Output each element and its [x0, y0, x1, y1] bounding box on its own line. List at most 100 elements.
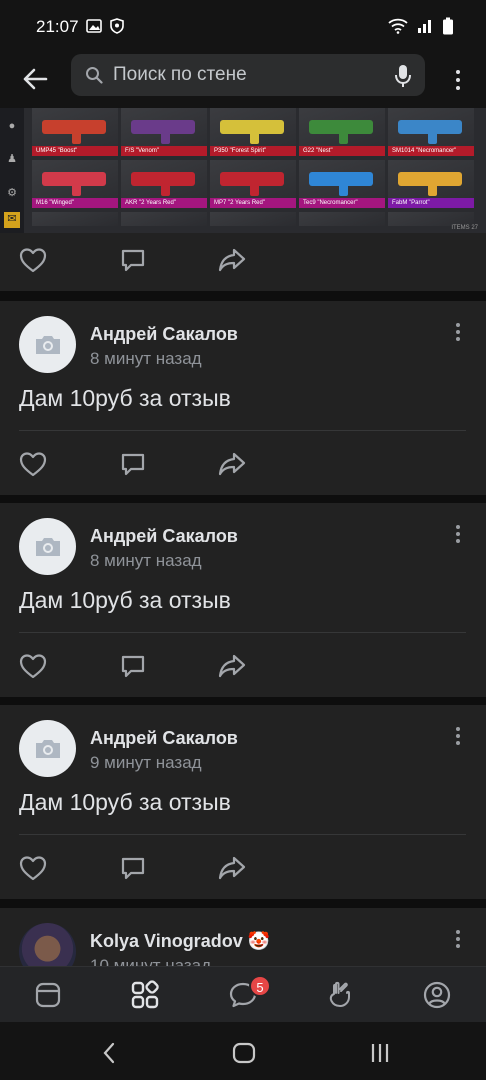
- weapon-icon: [398, 120, 462, 144]
- post-author[interactable]: Kolya Vinogradov 🤡: [90, 931, 270, 952]
- divider: [19, 430, 466, 431]
- signal-icon: [416, 18, 434, 39]
- skin-label: G22 "Nest": [299, 146, 385, 156]
- skin-tile: [121, 212, 207, 226]
- post-actions: [0, 639, 486, 695]
- skin-label: Tec9 "Necromancer": [299, 198, 385, 208]
- search-bar[interactable]: [71, 54, 425, 96]
- tab-services[interactable]: [129, 979, 161, 1011]
- weapon-icon: [398, 172, 462, 196]
- post-more-button[interactable]: [448, 926, 468, 952]
- tab-profile[interactable]: [421, 979, 453, 1011]
- avatar[interactable]: [19, 923, 76, 966]
- back-button[interactable]: [18, 62, 52, 96]
- skin-tile: FabM "Parrot": [388, 160, 474, 208]
- wall-feed[interactable]: ● ♟ ⚙ ✉ UMP45 "Boost" F/S "Venom" P350 "Fo…: [0, 108, 486, 966]
- divider: [19, 834, 466, 835]
- status-bar: 21:07: [0, 0, 486, 52]
- post-text: Дам 10руб за отзыв: [19, 789, 231, 815]
- post-card: Kolya Vinogradov 🤡 10 минут назад: [0, 908, 486, 966]
- comment-button[interactable]: [118, 245, 148, 275]
- more-dot-icon: [456, 78, 460, 82]
- share-button[interactable]: [217, 853, 247, 883]
- avatar[interactable]: [19, 316, 76, 373]
- skin-label: P350 "Forest Spirit": [210, 146, 296, 156]
- comment-button[interactable]: [118, 651, 148, 681]
- more-dot-icon: [456, 330, 460, 334]
- camera-icon: [35, 335, 60, 354]
- post-card: Андрей Сакалов 8 минут назад Дам 10руб з…: [0, 503, 486, 697]
- microphone-icon[interactable]: [393, 63, 413, 94]
- like-button[interactable]: [18, 245, 48, 275]
- search-icon: [85, 66, 103, 89]
- chevron-left-icon: [103, 1042, 115, 1064]
- like-button[interactable]: [18, 449, 48, 479]
- like-button[interactable]: [18, 651, 48, 681]
- weapon-icon: [131, 172, 195, 196]
- battery-icon: [442, 17, 454, 40]
- post-actions: [0, 233, 486, 289]
- tab-bar: 5: [0, 966, 486, 1022]
- post-author[interactable]: Андрей Сакалов: [90, 728, 238, 749]
- weapon-icon: [309, 172, 373, 196]
- post-image[interactable]: ● ♟ ⚙ ✉ UMP45 "Boost" F/S "Venom" P350 "Fo…: [0, 108, 486, 233]
- gallery-icon: [86, 19, 102, 38]
- more-dot-icon: [456, 539, 460, 543]
- comment-icon: [121, 857, 145, 880]
- more-dot-icon: [456, 525, 460, 529]
- top-bar: [0, 52, 486, 108]
- heart-icon: [19, 654, 47, 679]
- skin-label: AKR "2 Years Red": [121, 198, 207, 208]
- more-dot-icon: [456, 741, 460, 745]
- post-more-button[interactable]: [448, 723, 468, 749]
- post-more-button[interactable]: [448, 521, 468, 547]
- nav-recents-button[interactable]: [365, 1038, 395, 1068]
- skin-label: F/S "Venom": [121, 146, 207, 156]
- skin-label: SM1014 "Necromancer": [388, 146, 474, 156]
- comment-icon: [121, 655, 145, 678]
- share-icon: [218, 248, 246, 272]
- skin-tile: MP7 "2 Years Red": [210, 160, 296, 208]
- avatar[interactable]: [19, 518, 76, 575]
- search-input[interactable]: [113, 54, 383, 96]
- more-menu-button[interactable]: [448, 64, 468, 96]
- comment-button[interactable]: [118, 853, 148, 883]
- post-time: 8 минут назад: [90, 551, 202, 570]
- more-dot-icon: [456, 532, 460, 536]
- mail-icon: ✉: [4, 212, 20, 228]
- group-icon: ♟: [7, 153, 17, 165]
- post-more-button[interactable]: [448, 319, 468, 345]
- share-button[interactable]: [217, 245, 247, 275]
- like-button[interactable]: [18, 853, 48, 883]
- share-button[interactable]: [217, 651, 247, 681]
- tab-clips[interactable]: [324, 979, 356, 1011]
- more-dot-icon: [456, 734, 460, 738]
- post-actions: [0, 437, 486, 493]
- heart-icon: [19, 856, 47, 881]
- home-icon: [232, 1042, 256, 1064]
- divider: [19, 632, 466, 633]
- skin-tile: UMP45 "Boost": [32, 108, 118, 156]
- post-card: ● ♟ ⚙ ✉ UMP45 "Boost" F/S "Venom" P350 "Fo…: [0, 108, 486, 291]
- shield-icon: [110, 18, 124, 39]
- post-author[interactable]: Андрей Сакалов: [90, 526, 238, 547]
- weapon-icon: [42, 172, 106, 196]
- nav-home-button[interactable]: [229, 1038, 259, 1068]
- comment-button[interactable]: [118, 449, 148, 479]
- skin-tile: [388, 212, 474, 226]
- avatar[interactable]: [19, 720, 76, 777]
- post-card: Андрей Сакалов 8 минут назад Дам 10руб з…: [0, 301, 486, 495]
- heart-icon: [19, 248, 47, 273]
- weapon-icon: [309, 120, 373, 144]
- tab-news[interactable]: [32, 979, 64, 1011]
- status-time: 21:07: [36, 17, 79, 36]
- wifi-icon: [388, 18, 408, 39]
- skin-tile: Tec9 "Necromancer": [299, 160, 385, 208]
- share-button[interactable]: [217, 449, 247, 479]
- nav-back-button[interactable]: [94, 1038, 124, 1068]
- inventory-sidebar: ● ♟ ⚙ ✉: [0, 108, 24, 233]
- skin-tile: AKR "2 Years Red": [121, 160, 207, 208]
- skin-tile: F/S "Venom": [121, 108, 207, 156]
- post-author[interactable]: Андрей Сакалов: [90, 324, 238, 345]
- inventory-icon: ●: [8, 120, 16, 132]
